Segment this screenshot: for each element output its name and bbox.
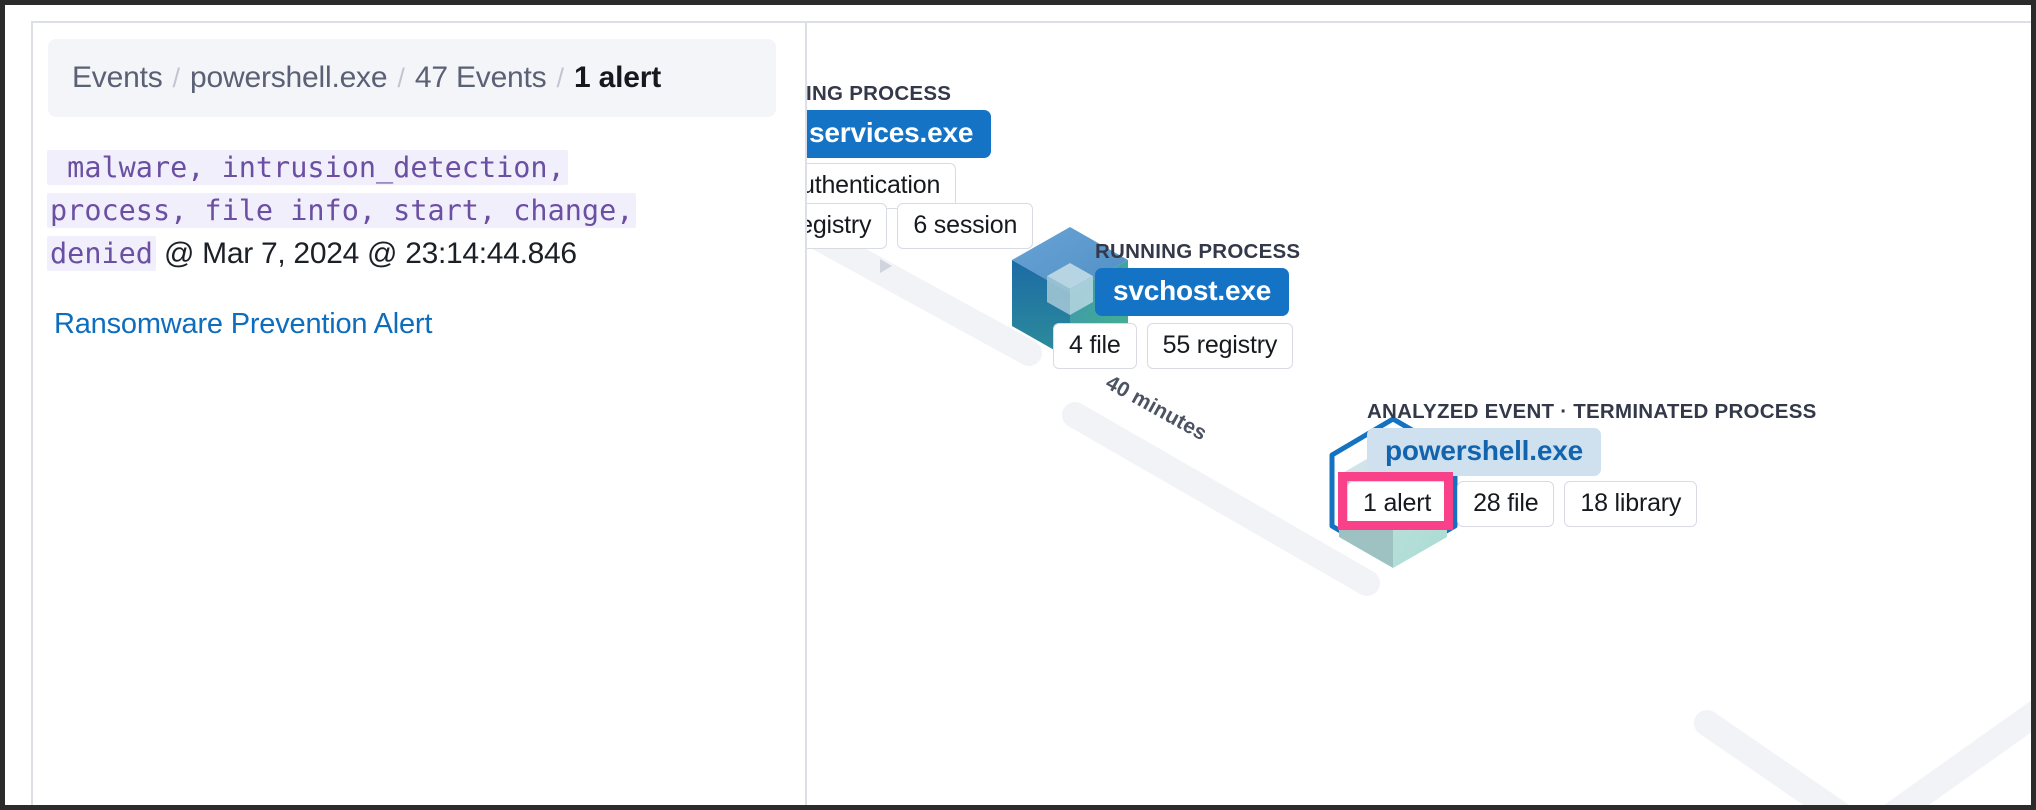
- event-summary: malware, intrusion_detection, process, f…: [47, 146, 787, 275]
- event-detail-pane: Events / powershell.exe / 47 Events / 1 …: [33, 23, 805, 805]
- badge-55-registry[interactable]: 55 registry: [1146, 323, 1294, 369]
- badge-row-services-2: registry 6 session: [807, 203, 1034, 249]
- breadcrumb-item-events[interactable]: Events: [72, 61, 163, 95]
- badge-6-session[interactable]: 6 session: [897, 203, 1034, 249]
- node-svchost[interactable]: RUNNING PROCESS svchost.exe: [1095, 241, 1300, 316]
- badge-1-alert[interactable]: 1 alert: [1347, 481, 1448, 527]
- breadcrumb-separator: /: [397, 62, 405, 93]
- node-powershell[interactable]: ANALYZED EVENT · TERMINATED PROCESS powe…: [1367, 401, 1817, 476]
- process-graph-pane[interactable]: NING PROCESS services.exe uthentication …: [807, 23, 2031, 805]
- event-category-text-3: denied: [47, 236, 156, 271]
- badge-row-svchost: 4 file 55 registry: [1053, 323, 1294, 369]
- badge-row-powershell: 1 alert 28 file 18 library: [1347, 481, 1698, 527]
- node-svchost-label[interactable]: svchost.exe: [1095, 268, 1290, 316]
- ransomware-prevention-alert-link[interactable]: Ransomware Prevention Alert: [54, 308, 432, 341]
- badge-28-file[interactable]: 28 file: [1457, 481, 1555, 527]
- event-summary-line-3: denied @ Mar 7, 2024 @ 23:14:44.846: [47, 232, 787, 275]
- event-summary-line-1: malware, intrusion_detection,: [47, 146, 787, 189]
- breadcrumb-item-alert-count: 1 alert: [574, 61, 661, 94]
- edge-decorative-bottom: [1694, 701, 2031, 805]
- node-services[interactable]: NING PROCESS services.exe: [807, 82, 992, 158]
- event-category-text-1: malware, intrusion_detection,: [47, 150, 568, 185]
- breadcrumb-item-event-count[interactable]: 47 Events: [415, 61, 547, 95]
- breadcrumb-separator: /: [556, 62, 564, 93]
- edge-svchost-to-powershell: [1062, 402, 1380, 596]
- breadcrumb-separator: /: [172, 62, 181, 93]
- node-svchost-caption: RUNNING PROCESS: [1095, 240, 1301, 263]
- badge-4-file[interactable]: 4 file: [1053, 323, 1137, 369]
- badge-18-library[interactable]: 18 library: [1564, 481, 1698, 527]
- breadcrumb-item-powershell[interactable]: powershell.exe: [190, 61, 388, 95]
- event-timestamp: @ Mar 7, 2024 @ 23:14:44.846: [155, 237, 577, 270]
- badge-registry[interactable]: registry: [807, 203, 888, 249]
- node-powershell-label[interactable]: powershell.exe: [1367, 428, 1601, 476]
- node-services-label[interactable]: services.exe: [807, 110, 992, 158]
- breadcrumb: Events / powershell.exe / 47 Events / 1 …: [48, 39, 776, 117]
- event-category-text-2: process, file info, start, change,: [47, 193, 637, 228]
- screenshot-frame: Events / powershell.exe / 47 Events / 1 …: [0, 0, 2036, 810]
- node-powershell-caption: ANALYZED EVENT · TERMINATED PROCESS: [1367, 400, 1817, 423]
- node-services-caption: NING PROCESS: [807, 82, 952, 105]
- event-summary-line-2: process, file info, start, change,: [47, 189, 787, 232]
